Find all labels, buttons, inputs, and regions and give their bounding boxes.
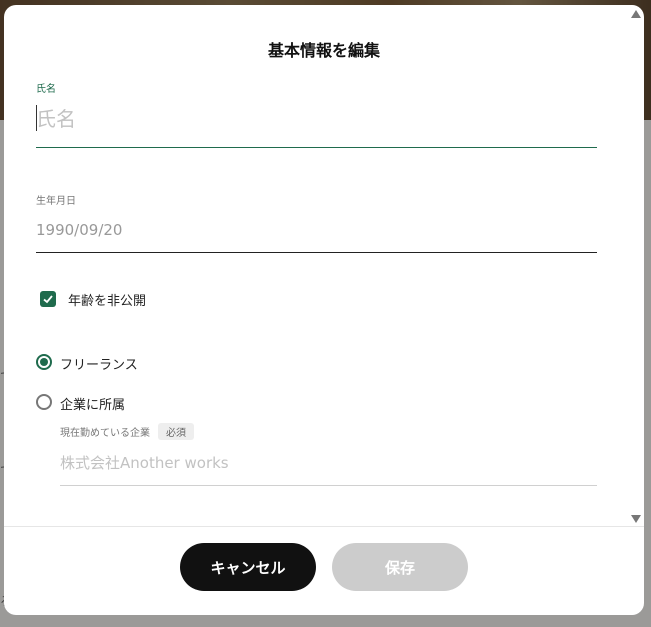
scroll-up-icon[interactable] xyxy=(631,10,641,18)
birthdate-input[interactable]: 1990/09/20 xyxy=(36,221,122,239)
birthdate-input-underline xyxy=(36,252,597,253)
freelance-radio[interactable] xyxy=(36,354,52,370)
name-input-underline xyxy=(36,147,597,148)
save-button[interactable]: 保存 xyxy=(332,543,468,591)
name-input[interactable] xyxy=(36,105,596,133)
hide-age-checkbox[interactable] xyxy=(40,291,56,307)
company-radio[interactable] xyxy=(36,394,52,410)
required-badge: 必須 xyxy=(158,423,194,440)
hide-age-label: 年齢を非公開 xyxy=(68,294,147,309)
scroll-down-icon[interactable] xyxy=(631,515,641,523)
company-label: 企業に所属 xyxy=(60,398,126,413)
company-input[interactable] xyxy=(60,452,596,474)
birthdate-label: 生年月日 xyxy=(36,196,76,207)
name-label: 氏名 xyxy=(36,84,56,95)
check-icon xyxy=(43,295,53,304)
freelance-label: フリーランス xyxy=(60,358,138,373)
edit-basic-info-dialog: 基本情報を編集 氏名 生年月日 1990/09/20 年齢を非公開 フリーランス… xyxy=(4,5,644,615)
footer-divider xyxy=(4,526,644,527)
dialog-title: 基本情報を編集 xyxy=(267,41,380,60)
text-caret xyxy=(36,105,37,131)
cancel-button[interactable]: キャンセル xyxy=(180,543,316,591)
company-input-underline xyxy=(60,485,597,486)
company-field-label: 現在勤めている企業 xyxy=(60,428,150,439)
